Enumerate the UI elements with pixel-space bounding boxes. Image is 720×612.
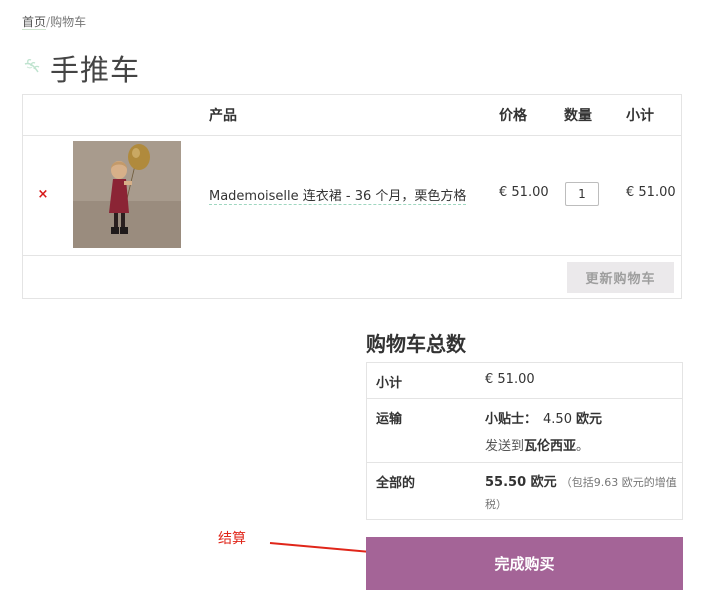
update-cart-button[interactable]: 更新购物车 (567, 262, 674, 293)
shipping-method-name: 小贴士： (485, 412, 538, 427)
subtotal-value: € 51.00 (485, 372, 535, 387)
page-title: 手推车 (50, 53, 141, 87)
breadcrumb: 首页/购物车 (22, 13, 86, 30)
annotation-label: 结算 (218, 531, 246, 547)
item-subtotal: € 51.00 (626, 185, 676, 200)
shipping-currency: 欧元 (575, 412, 602, 427)
ship-to-prefix: 发送到 (485, 439, 525, 454)
remove-item-icon[interactable]: × (37, 188, 49, 201)
cart-totals-title: 购物车总数 (366, 332, 466, 356)
header-price: 价格 (499, 108, 527, 124)
page-heading: 手推车 (22, 48, 140, 88)
quantity-input[interactable] (565, 182, 599, 206)
cart-item-row: × Mademoiselle 连衣裙 - 36 个月，栗色方格 € 51.00 … (23, 135, 681, 256)
shipping-destination: 发送到瓦伦西亚。 (485, 435, 589, 454)
totals-subtotal-row: 小计 € 51.00 (367, 363, 682, 399)
subtotal-label: 小计 (376, 376, 403, 391)
shipping-method: 小贴士： 4.50 欧元 (485, 408, 602, 427)
product-name-link[interactable]: Mademoiselle 连衣裙 - 36 个月，栗色方格 (209, 185, 467, 205)
total-amount: 55.50 欧元 （包括9.63 欧元的增值税） (485, 472, 677, 516)
header-subtotal: 小计 (626, 108, 654, 124)
shipping-amount: 4.50 (543, 412, 572, 427)
breadcrumb-home-link[interactable]: 首页 (22, 15, 47, 30)
totals-total-row: 全部的 55.50 欧元 （包括9.63 欧元的增值税） (367, 463, 682, 519)
checkout-button[interactable]: 完成购买 (366, 537, 683, 590)
ship-to-place: 瓦伦西亚 (524, 439, 577, 454)
cart-totals-table: 小计 € 51.00 运输 小贴士： 4.50 欧元 发送到瓦伦西亚。 全部的 55… (366, 362, 683, 520)
cart-table: 产品 价格 数量 小计 × Mademoiselle 连衣裙 - 36 个月，栗… (22, 94, 682, 299)
product-thumbnail[interactable] (73, 141, 181, 248)
total-label: 全部的 (376, 476, 416, 491)
shipping-label: 运输 (376, 412, 403, 427)
header-product: 产品 (209, 108, 237, 124)
cart-table-header: 产品 价格 数量 小计 (23, 95, 681, 136)
item-price: € 51.00 (499, 185, 549, 200)
annotation-arrow-icon (269, 542, 478, 567)
breadcrumb-current: 购物车 (50, 15, 87, 29)
leaf-icon (24, 58, 40, 73)
ship-to-suffix: 。 (576, 439, 590, 454)
header-quantity: 数量 (564, 108, 592, 124)
total-value: 55.50 欧元 (485, 475, 557, 490)
totals-shipping-row: 运输 小贴士： 4.50 欧元 发送到瓦伦西亚。 (367, 399, 682, 463)
